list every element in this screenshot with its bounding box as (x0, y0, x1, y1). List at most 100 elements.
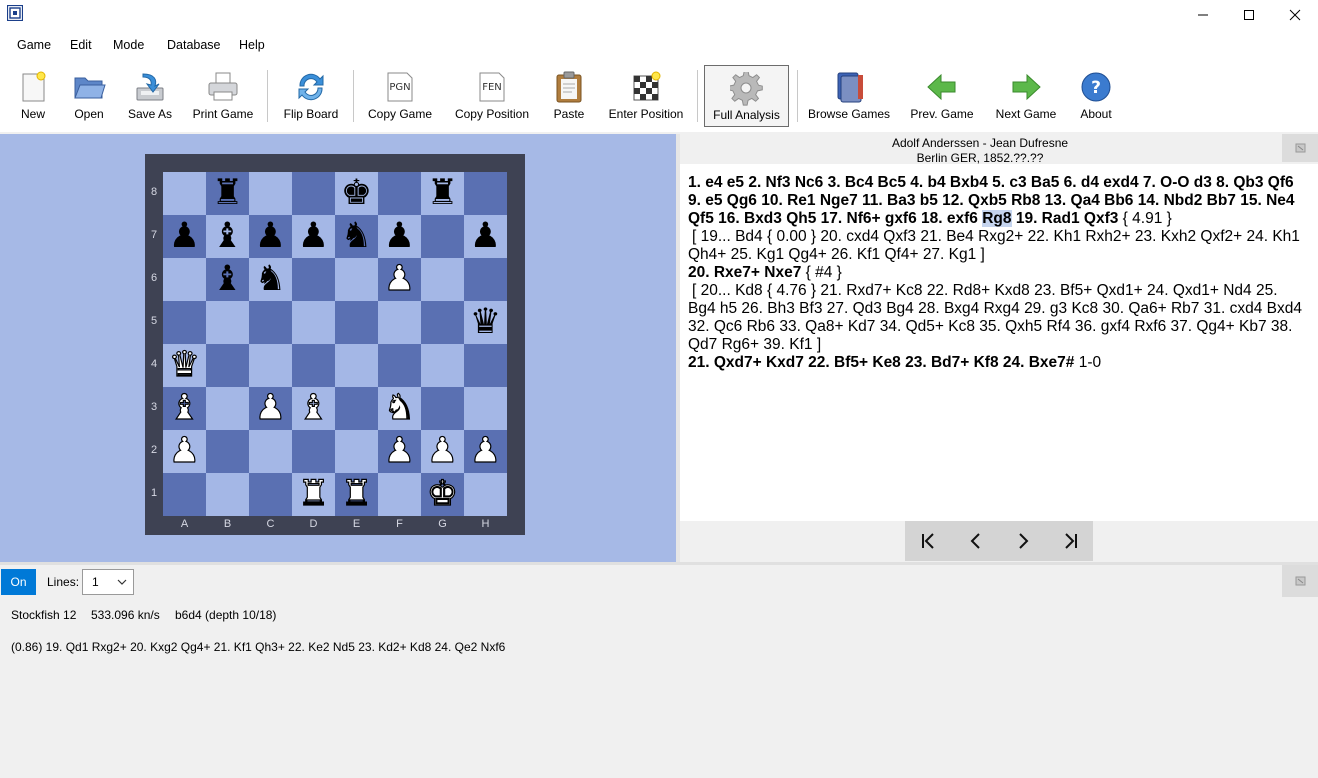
board-square-a7[interactable]: ♟ (163, 215, 206, 258)
chess-piece[interactable]: ♜ (297, 473, 330, 516)
main-line-moves[interactable]: 21. Qxd7+ Kxd7 22. Bf5+ Ke8 23. Bd7+ Kf8… (688, 354, 1074, 371)
chess-piece[interactable]: ♜ (340, 473, 373, 516)
chess-piece[interactable]: ♟ (255, 215, 286, 258)
board-square-e7[interactable]: ♞ (335, 215, 378, 258)
board-square-d5[interactable] (292, 301, 335, 344)
board-square-f4[interactable] (378, 344, 421, 387)
board-square-d8[interactable] (292, 172, 335, 215)
chess-board[interactable]: ♜ ♚ ♜ ♟ ♝ ♟ ♟ ♞ ♟ ♟ ♝ ♞ ♟ ♛ ♛ ♝ ♟ ♝ ♞ ♟ ♟ ♟ ♟ ♜ ♜ ♚ (163, 172, 507, 516)
chess-piece[interactable]: ♝ (297, 387, 330, 430)
board-square-d6[interactable] (292, 258, 335, 301)
board-square-b2[interactable] (206, 430, 249, 473)
variation[interactable]: [ 20... Kd8 { 4.76 } 21. Rxd7+ Kc8 22. R… (688, 282, 1302, 353)
chess-piece[interactable]: ♟ (169, 215, 200, 258)
copy-position-button[interactable]: FEN Copy Position (452, 60, 532, 130)
variation[interactable]: [ 19... Bd4 { 0.00 } 20. cxd4 Qxf3 21. B… (688, 228, 1300, 263)
chess-piece[interactable]: ♚ (426, 473, 459, 516)
board-square-c1[interactable] (249, 473, 292, 516)
chess-piece[interactable]: ♝ (212, 258, 243, 301)
board-square-b3[interactable] (206, 387, 249, 430)
board-square-g4[interactable] (421, 344, 464, 387)
close-button[interactable] (1272, 0, 1318, 30)
board-square-a6[interactable] (163, 258, 206, 301)
board-square-g8[interactable]: ♜ (421, 172, 464, 215)
chess-piece[interactable]: ♝ (212, 215, 243, 258)
browse-games-button[interactable]: Browse Games (806, 60, 892, 130)
first-move-button[interactable] (905, 521, 952, 561)
board-square-b8[interactable]: ♜ (206, 172, 249, 215)
board-square-d4[interactable] (292, 344, 335, 387)
chess-piece[interactable]: ♟ (298, 215, 329, 258)
notation-view[interactable]: 1. e4 e5 2. Nf3 Nc6 3. Bc4 Bc5 4. b4 Bxb… (680, 164, 1318, 521)
board-square-c6[interactable]: ♞ (249, 258, 292, 301)
board-square-e5[interactable] (335, 301, 378, 344)
board-square-h5[interactable]: ♛ (464, 301, 507, 344)
menu-edit[interactable]: Edit (70, 38, 92, 52)
chess-piece[interactable]: ♟ (254, 387, 287, 430)
board-square-a3[interactable]: ♝ (163, 387, 206, 430)
chess-piece[interactable]: ♟ (470, 215, 501, 258)
board-square-d3[interactable]: ♝ (292, 387, 335, 430)
board-square-h3[interactable] (464, 387, 507, 430)
chess-piece[interactable]: ♟ (426, 430, 459, 473)
board-square-f6[interactable]: ♟ (378, 258, 421, 301)
board-square-d1[interactable]: ♜ (292, 473, 335, 516)
copy-game-button[interactable]: PGN Copy Game (364, 60, 436, 130)
header-pin-button[interactable] (1282, 134, 1318, 162)
menu-mode[interactable]: Mode (113, 38, 144, 52)
chess-piece[interactable]: ♞ (255, 258, 286, 301)
board-square-b1[interactable] (206, 473, 249, 516)
board-square-f1[interactable] (378, 473, 421, 516)
board-square-c7[interactable]: ♟ (249, 215, 292, 258)
engine-pin-button[interactable] (1282, 565, 1318, 597)
board-square-e8[interactable]: ♚ (335, 172, 378, 215)
board-square-g5[interactable] (421, 301, 464, 344)
chess-piece[interactable]: ♟ (168, 430, 201, 473)
about-button[interactable]: ? About (1074, 60, 1118, 130)
previous-move-button[interactable] (952, 521, 999, 561)
next-game-button[interactable]: Next Game (991, 60, 1061, 130)
save-as-button[interactable]: Save As (122, 60, 178, 130)
lines-select[interactable]: 1 (82, 569, 134, 595)
chess-piece[interactable]: ♝ (168, 387, 201, 430)
board-square-f5[interactable] (378, 301, 421, 344)
board-square-g1[interactable]: ♚ (421, 473, 464, 516)
board-square-h4[interactable] (464, 344, 507, 387)
flip-board-button[interactable]: Flip Board (279, 60, 343, 130)
board-square-c4[interactable] (249, 344, 292, 387)
chess-piece[interactable]: ♟ (469, 430, 502, 473)
chess-piece[interactable]: ♜ (427, 172, 458, 215)
chess-piece[interactable]: ♚ (341, 172, 372, 215)
board-square-b6[interactable]: ♝ (206, 258, 249, 301)
board-square-c3[interactable]: ♟ (249, 387, 292, 430)
board-square-h7[interactable]: ♟ (464, 215, 507, 258)
board-square-e2[interactable] (335, 430, 378, 473)
board-square-a8[interactable] (163, 172, 206, 215)
board-square-d7[interactable]: ♟ (292, 215, 335, 258)
board-square-h6[interactable] (464, 258, 507, 301)
last-move-button[interactable] (1046, 521, 1093, 561)
menu-help[interactable]: Help (239, 38, 265, 52)
paste-button[interactable]: Paste (546, 60, 592, 130)
engine-on-toggle[interactable]: On (1, 569, 36, 595)
board-square-h2[interactable]: ♟ (464, 430, 507, 473)
board-square-c8[interactable] (249, 172, 292, 215)
menu-database[interactable]: Database (167, 38, 221, 52)
chess-piece[interactable]: ♟ (383, 258, 416, 301)
board-square-f3[interactable]: ♞ (378, 387, 421, 430)
main-line-moves[interactable]: 20. Rxe7+ Nxe7 (688, 264, 801, 281)
full-analysis-button[interactable]: Full Analysis (704, 65, 789, 127)
minimize-button[interactable] (1180, 0, 1226, 30)
board-square-e4[interactable] (335, 344, 378, 387)
chess-piece[interactable]: ♞ (341, 215, 372, 258)
board-square-f8[interactable] (378, 172, 421, 215)
board-square-e3[interactable] (335, 387, 378, 430)
board-square-d2[interactable] (292, 430, 335, 473)
maximize-button[interactable] (1226, 0, 1272, 30)
board-square-a4[interactable]: ♛ (163, 344, 206, 387)
board-square-g2[interactable]: ♟ (421, 430, 464, 473)
board-square-b4[interactable] (206, 344, 249, 387)
board-square-g7[interactable] (421, 215, 464, 258)
board-square-g3[interactable] (421, 387, 464, 430)
open-button[interactable]: Open (63, 60, 115, 130)
